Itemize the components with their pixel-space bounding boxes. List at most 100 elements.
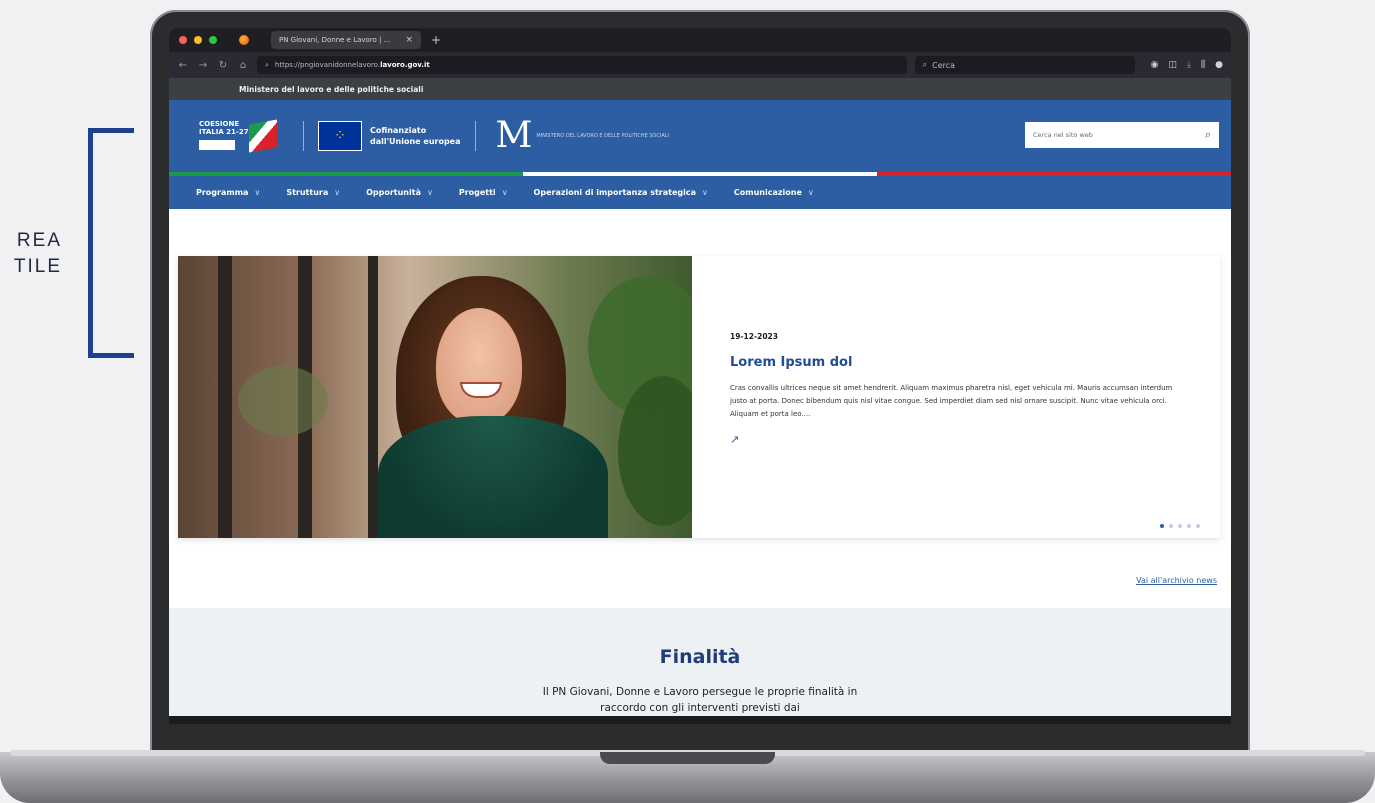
browser-search-box[interactable]: ⌕ Cerca — [914, 56, 1135, 74]
toolbar-icons: ◉ ◫ ⤓ ⫼ ● — [1151, 60, 1223, 70]
chevron-down-icon: ∨ — [702, 188, 708, 197]
person-body — [378, 416, 608, 538]
coesione-cube-icon — [249, 119, 277, 153]
carousel-dot[interactable] — [1196, 524, 1200, 528]
browser-tab[interactable]: PN Giovani, Donne e Lavoro | ... × — [271, 31, 421, 49]
coesione-logo[interactable]: COESIONE ITALIA 21-27 — [199, 116, 289, 156]
eu-line-2: dall'Unione europea — [370, 137, 461, 146]
eu-flag-icon: ⁘ — [318, 121, 362, 151]
maximize-window-button[interactable] — [209, 36, 217, 44]
nav-item-struttura[interactable]: Struttura ∨ — [286, 188, 340, 197]
chevron-down-icon: ∨ — [807, 188, 814, 197]
stripe-white — [523, 172, 877, 176]
laptop-screen: PN Giovani, Donne e Lavoro | ... × + ← →… — [169, 28, 1231, 724]
carousel-pagination — [1160, 524, 1200, 528]
window-frame — [368, 256, 378, 538]
account-icon[interactable]: ● — [1215, 60, 1223, 70]
nav-label: Operazioni di importanza strategica — [533, 188, 697, 197]
main-navigation: Programma ∨ Struttura ∨ Opportunità ∨ Proge… — [169, 176, 1231, 209]
nav-label: Struttura — [286, 188, 329, 197]
news-carousel: 19-12-2023 Lorem Ipsum dol Cras convalli… — [178, 256, 1220, 538]
tricolor-stripe — [169, 172, 1231, 176]
browser-toolbar: ← → ↻ ⌂ ⌕ https://pngiovanidonnelavoro. l… — [169, 52, 1231, 78]
news-archive-link[interactable]: Vai all'archivio news — [1136, 576, 1217, 585]
annotation-line-1: REA — [16, 230, 62, 251]
ministry-logo-subtitle: MINISTERO DEL LAVORO E DELLE POLITICHE S… — [536, 133, 670, 139]
news-title[interactable]: Lorem Ipsum dol — [730, 355, 1180, 370]
reload-icon[interactable]: ↻ — [217, 60, 229, 71]
annotation-line-2: TILE — [13, 256, 62, 277]
carousel-dot[interactable] — [1160, 524, 1164, 528]
url-prefix: https://pngiovanidonnelavoro. — [274, 61, 381, 69]
nav-item-operazioni[interactable]: Operazioni di importanza strategica ∨ — [534, 188, 708, 197]
carousel-dot[interactable] — [1169, 524, 1173, 528]
search-icon: ⌕ — [265, 60, 269, 69]
tab-close-icon[interactable]: × — [405, 35, 413, 45]
nav-item-opportunita[interactable]: Opportunità ∨ — [366, 188, 433, 197]
nav-item-progetti[interactable]: Progetti ∨ — [459, 188, 508, 197]
new-tab-button[interactable]: + — [431, 33, 441, 47]
url-domain: lavoro.gov.it — [380, 61, 430, 69]
back-icon[interactable]: ← — [177, 60, 189, 71]
reader-icon[interactable]: ◉ — [1151, 60, 1159, 70]
finalita-text: Il PN Giovani, Donne e Lavoro persegue l… — [542, 686, 858, 714]
carousel-dot[interactable] — [1178, 524, 1182, 528]
nav-label: Comunicazione — [733, 188, 802, 197]
coesione-line-1: COESIONE — [199, 120, 240, 128]
header-divider — [474, 121, 476, 151]
hero-image — [178, 256, 692, 538]
news-excerpt: Cras convallis ultrices neque sit amet h… — [730, 384, 1173, 418]
screen-bottom-bezel — [169, 716, 1231, 724]
nav-label: Opportunità — [366, 188, 421, 197]
nav-label: Progetti — [458, 188, 496, 197]
chevron-down-icon: ∨ — [254, 188, 261, 197]
carousel-dot[interactable] — [1187, 524, 1191, 528]
eu-line-1: Cofinanziato — [370, 126, 427, 135]
site-search-placeholder: Cerca nel sito web — [1033, 131, 1093, 139]
nav-item-comunicazione[interactable]: Comunicazione ∨ — [734, 188, 814, 197]
forward-icon[interactable]: → — [197, 60, 209, 71]
chevron-down-icon: ∨ — [334, 188, 341, 197]
nav-item-programma[interactable]: Programma ∨ — [196, 188, 260, 197]
pocket-icon[interactable]: ◫ — [1169, 60, 1178, 70]
plant-shape — [238, 366, 328, 436]
browser-tab-bar: PN Giovani, Donne e Lavoro | ... × + — [169, 28, 1231, 52]
stripe-green — [169, 172, 523, 176]
annotation-area: REA TILE — [0, 0, 150, 803]
nav-label: Programma — [196, 188, 249, 197]
site-header: COESIONE ITALIA 21-27 ⁘ Cofinanziato dal… — [169, 100, 1231, 172]
library-icon[interactable]: ⫼ — [1201, 60, 1205, 70]
person-face — [436, 308, 522, 424]
eu-cofinanced-label: Cofinanziato dall'Unione europea — [370, 125, 461, 147]
chevron-down-icon: ∨ — [501, 188, 508, 197]
stripe-red — [877, 172, 1231, 176]
finalita-section: Finalità Il PN Giovani, Donne e Lavoro p… — [169, 608, 1231, 724]
minimize-window-button[interactable] — [194, 36, 202, 44]
ministry-logo[interactable]: M — [496, 118, 533, 154]
search-icon[interactable]: ⌕ — [1205, 128, 1211, 142]
annotation-bracket — [88, 128, 134, 358]
window-frame — [218, 256, 232, 538]
window-controls — [179, 36, 217, 44]
tab-title: PN Giovani, Donne e Lavoro | ... — [279, 36, 391, 44]
site-search-input[interactable]: Cerca nel sito web ⌕ — [1025, 122, 1219, 148]
coesione-logo-text: COESIONE ITALIA 21-27 — [199, 120, 249, 136]
external-link-icon[interactable]: ↗ — [730, 433, 739, 446]
ministry-label[interactable]: Ministero del lavoro e delle politiche s… — [239, 85, 423, 94]
address-bar[interactable]: ⌕ https://pngiovanidonnelavoro. lavoro.go… — [257, 56, 907, 74]
header-divider — [303, 121, 304, 151]
chevron-down-icon: ∨ — [426, 188, 433, 197]
firefox-icon — [239, 35, 249, 45]
download-icon[interactable]: ⤓ — [1187, 60, 1191, 70]
close-window-button[interactable] — [179, 36, 187, 44]
laptop-notch — [600, 752, 775, 764]
laptop-frame: PN Giovani, Donne e Lavoro | ... × + ← →… — [150, 10, 1250, 755]
home-icon[interactable]: ⌂ — [237, 60, 249, 71]
news-date: 19-12-2023 — [730, 332, 778, 341]
coesione-line-2: ITALIA 21-27 — [199, 128, 249, 136]
search-icon: ⌕ — [922, 60, 928, 69]
news-card-content: 19-12-2023 Lorem Ipsum dol Cras convalli… — [692, 256, 1220, 538]
finalita-title: Finalità — [659, 646, 741, 668]
browser-search-placeholder: Cerca — [932, 60, 956, 70]
ministry-bar: Ministero del lavoro e delle politiche s… — [169, 78, 1231, 100]
